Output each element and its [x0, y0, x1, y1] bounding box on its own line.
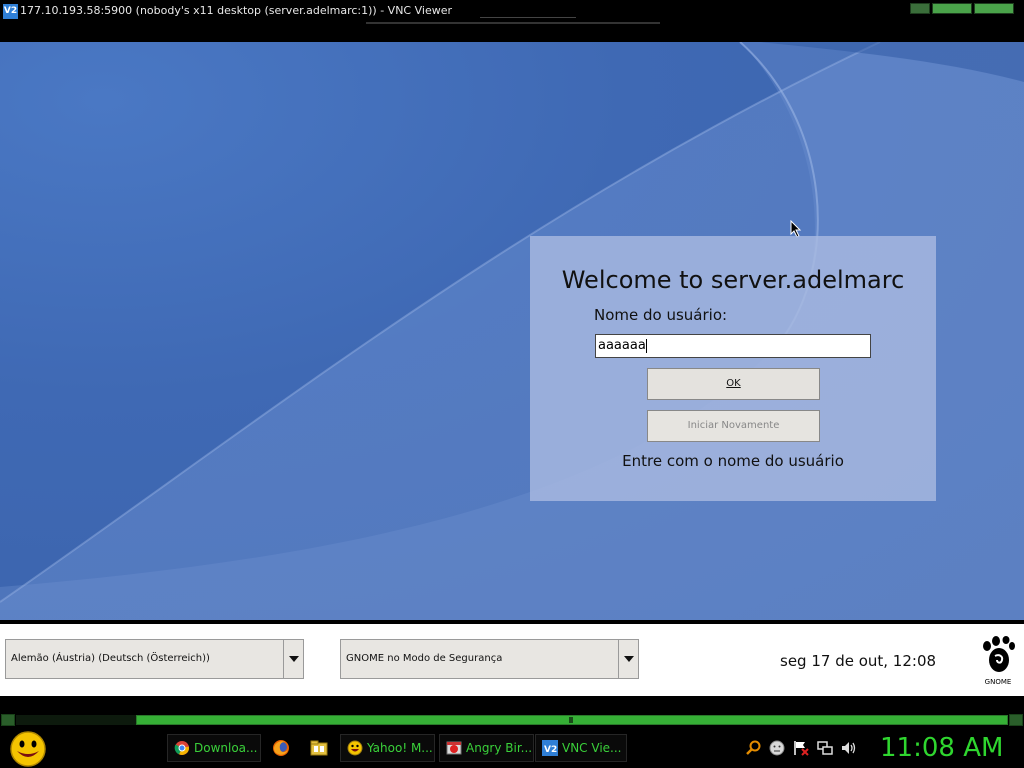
chrome-icon — [174, 741, 189, 755]
scroll-left-arrow[interactable] — [1, 714, 15, 726]
task-angry-birds[interactable]: Angry Bir... — [439, 734, 534, 762]
task-yahoo-messenger[interactable]: Yahoo! M... — [340, 734, 435, 762]
task-chrome-downloads[interactable]: Downloa... — [167, 734, 261, 762]
chevron-down-icon[interactable] — [283, 640, 303, 678]
task-label: Downloa... — [194, 741, 258, 755]
angry-birds-icon — [446, 741, 462, 755]
gnome-logo: GNOME — [978, 636, 1018, 686]
search-icon[interactable] — [746, 740, 762, 756]
file-manager-icon[interactable] — [310, 739, 328, 757]
volume-icon[interactable] — [841, 740, 857, 756]
messenger-status-icon[interactable] — [769, 740, 785, 756]
ok-button[interactable]: OK — [647, 368, 820, 400]
task-label: Yahoo! M... — [367, 741, 433, 755]
taskbar-clock[interactable]: 11:08 AM — [880, 733, 1003, 763]
username-label: Nome do usuário: — [594, 306, 728, 324]
window-title: 177.10.193.58:5900 (nobody's x11 desktop… — [20, 4, 453, 17]
language-select[interactable]: Alemão (Áustria) (Deutsch (Österreich)) — [5, 639, 304, 679]
session-select[interactable]: GNOME no Modo de Segurança — [340, 639, 639, 679]
taskbar: Downloa... Yahoo! M... Angry Bir... V2 V… — [0, 728, 1024, 768]
session-select-value: GNOME no Modo de Segurança — [346, 653, 503, 664]
scroll-grip — [569, 717, 573, 723]
login-dialog: Welcome to server.adelmarc Nome do usuár… — [530, 236, 936, 501]
ok-button-label: OK — [726, 378, 741, 389]
username-value: aaaaaa — [598, 338, 646, 353]
chevron-down-icon[interactable] — [618, 640, 638, 678]
close-button[interactable] — [974, 3, 1014, 14]
username-input[interactable]: aaaaaa — [595, 334, 871, 358]
svg-text:V2: V2 — [544, 745, 557, 755]
gnome-foot-icon — [983, 636, 1015, 672]
maximize-button[interactable] — [932, 3, 972, 14]
language-select-value: Alemão (Áustria) (Deutsch (Österreich)) — [11, 653, 210, 664]
gnome-logo-text: GNOME — [984, 678, 1012, 686]
horizontal-scrollbar[interactable] — [0, 712, 1024, 728]
titlebar-decoration — [480, 17, 576, 18]
vnc-window-icon[interactable]: V2 — [3, 4, 18, 19]
gdm-datetime: seg 17 de out, 12:08 — [780, 652, 937, 670]
vnc-icon: V2 — [542, 740, 558, 756]
welcome-heading: Welcome to server.adelmarc — [561, 266, 905, 294]
yahoo-messenger-icon — [347, 740, 363, 756]
task-label: Angry Bir... — [466, 741, 533, 755]
gdm-bottom-bar: Alemão (Áustria) (Deutsch (Österreich)) … — [0, 620, 1024, 696]
restart-button[interactable]: Iniciar Novamente — [647, 410, 820, 442]
window-controls — [910, 3, 1014, 14]
flag-notification-icon[interactable] — [793, 740, 809, 756]
vnc-titlebar[interactable]: V2 177.10.193.58:5900 (nobody's x11 desk… — [0, 0, 1024, 42]
titlebar-decoration-2 — [366, 22, 660, 24]
login-hint: Entre com o nome do usuário — [622, 452, 844, 470]
task-vnc-viewer[interactable]: V2 VNC Vie... — [535, 734, 627, 762]
firefox-launcher-icon[interactable] — [272, 739, 290, 757]
text-caret — [645, 338, 647, 353]
minimize-button[interactable] — [910, 3, 930, 14]
scroll-right-arrow[interactable] — [1009, 714, 1023, 726]
task-label: VNC Vie... — [562, 741, 622, 755]
network-icon[interactable] — [817, 740, 833, 756]
start-menu-smiley-icon[interactable] — [8, 730, 48, 768]
